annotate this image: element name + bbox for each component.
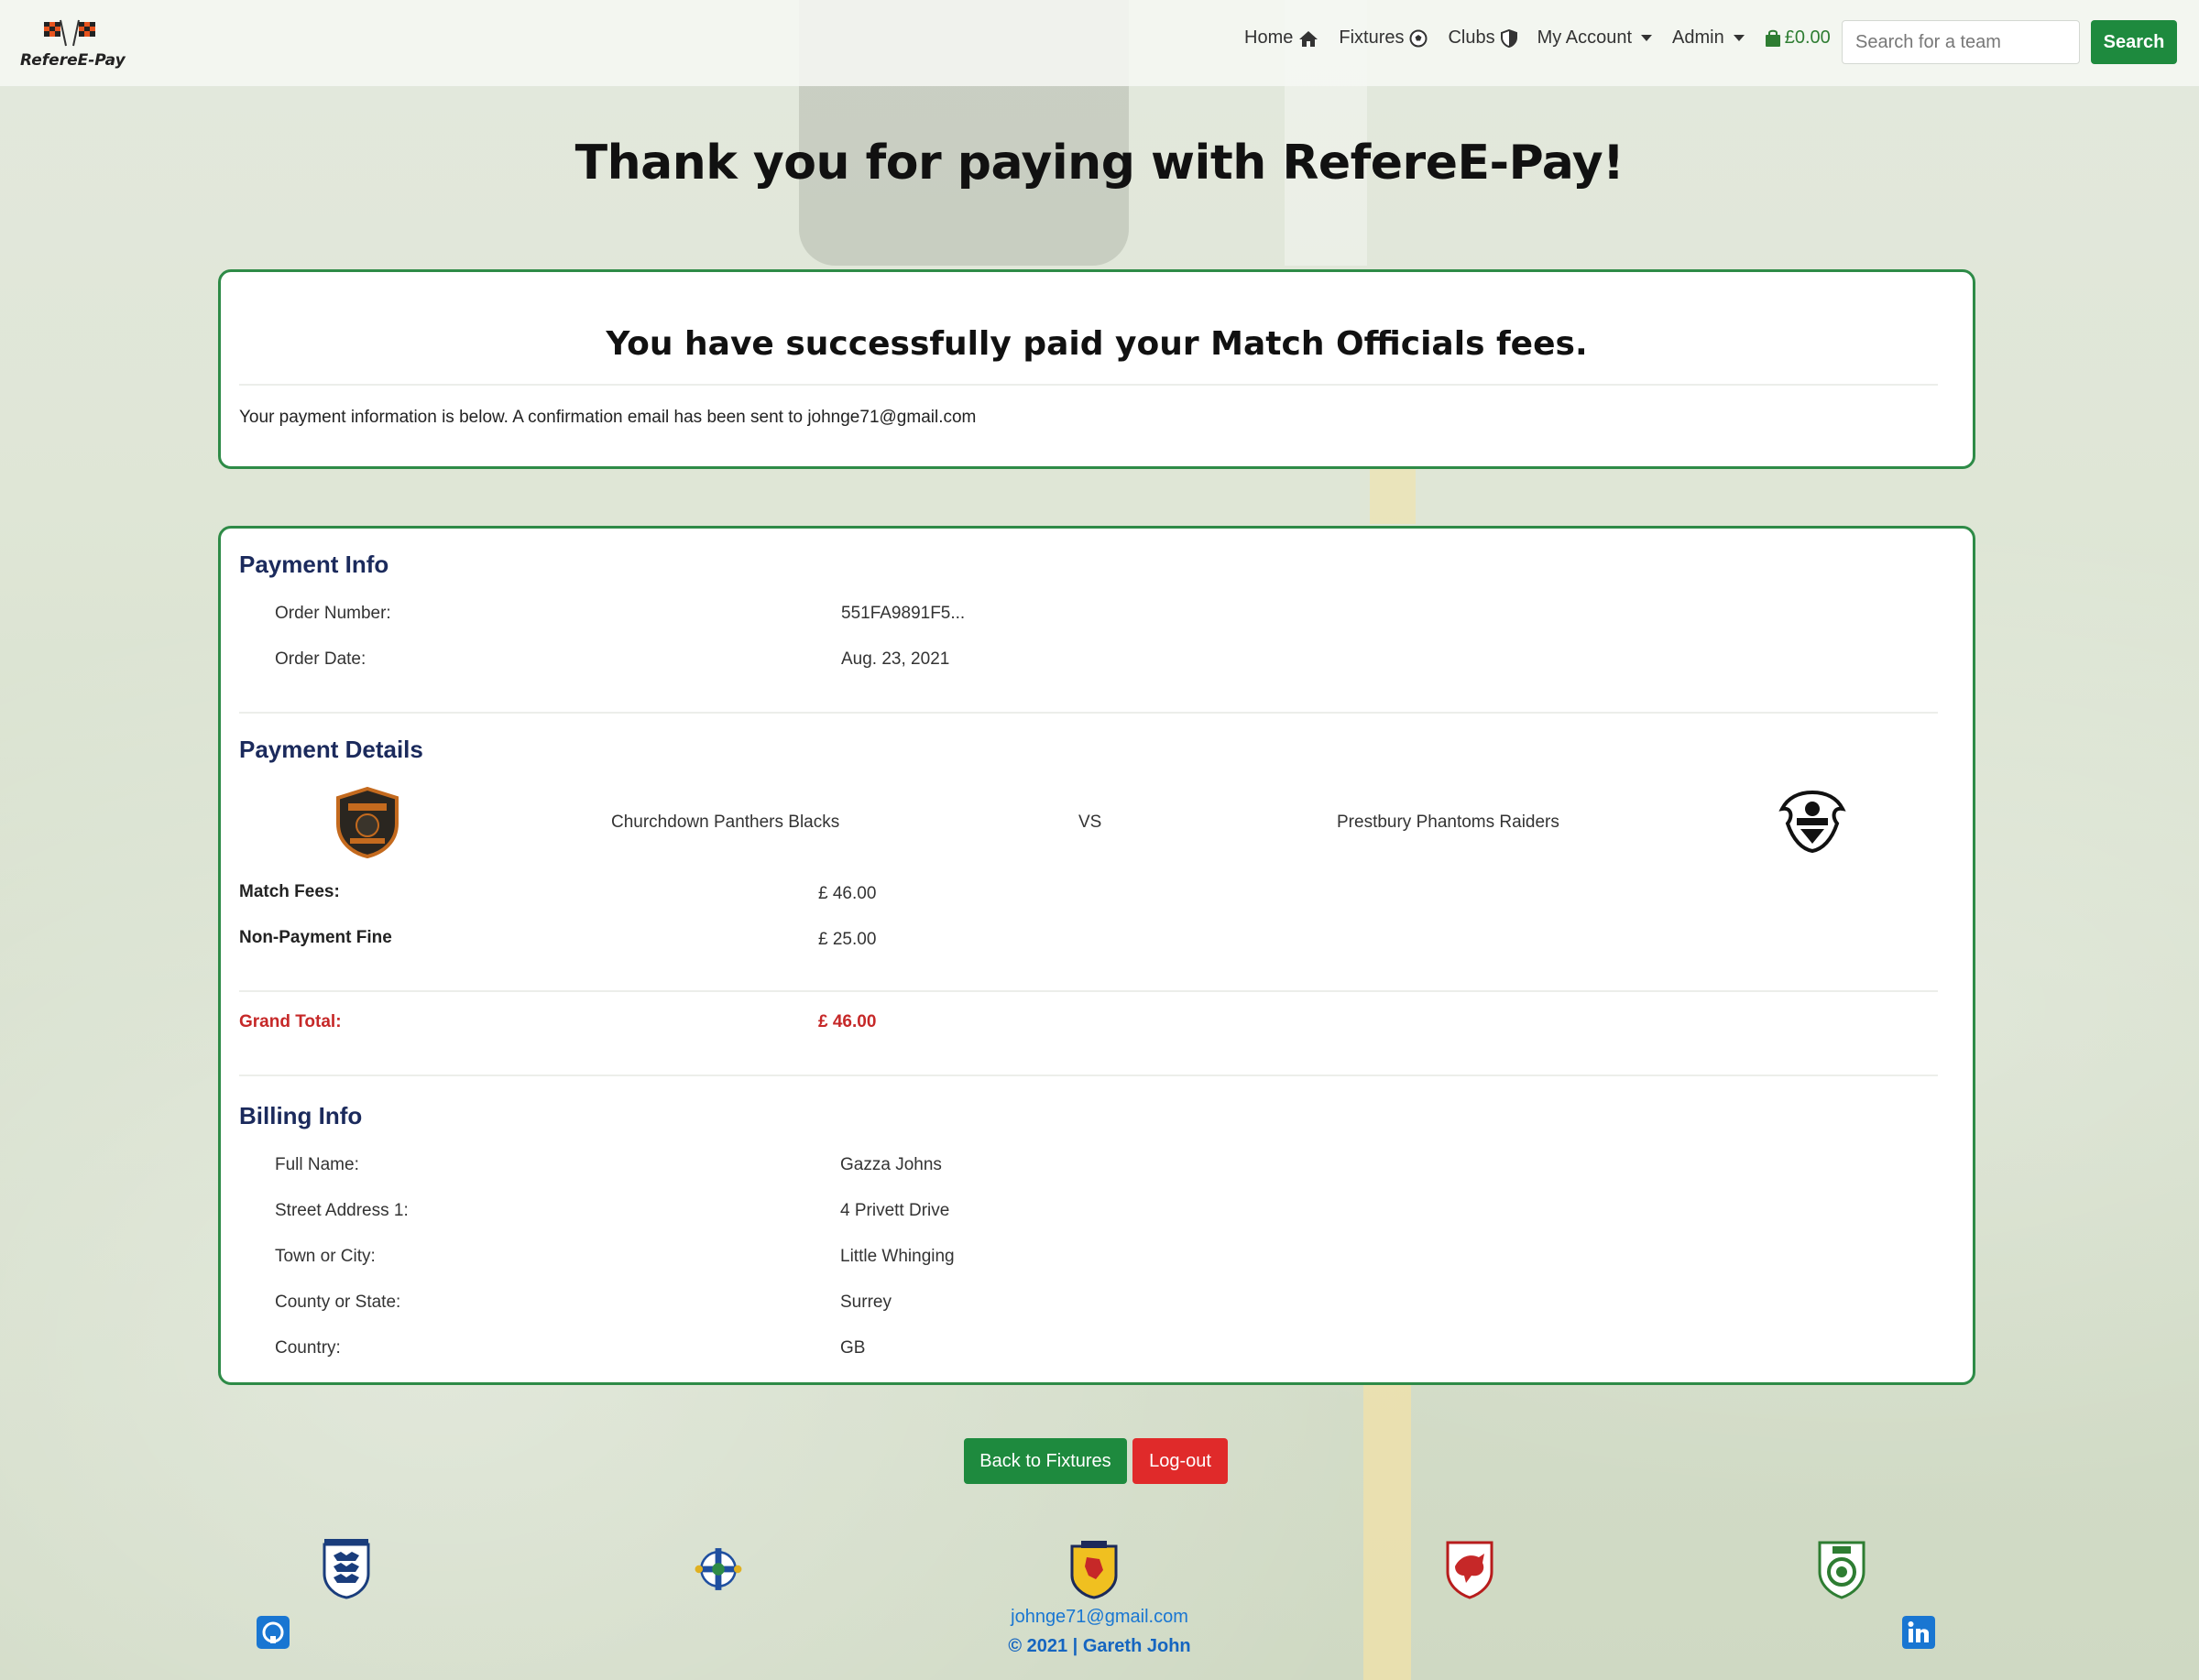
shield-icon — [1500, 28, 1517, 48]
country-label: Country: — [275, 1338, 341, 1358]
order-date-label: Order Date: — [275, 649, 366, 669]
non-payment-fine-label: Non-Payment Fine — [239, 928, 392, 947]
wales-fa-badge-icon — [1446, 1541, 1493, 1599]
search-button[interactable]: Search — [2091, 20, 2177, 64]
brand-logo[interactable]: RefereE-Pay — [18, 16, 126, 71]
away-team-crest-icon — [1778, 790, 1846, 853]
nav-admin-dropdown[interactable]: Admin — [1672, 27, 1745, 49]
success-card: You have successfully paid your Match Of… — [218, 269, 1975, 469]
match-fees-value: £ 46.00 — [818, 884, 877, 903]
shopping-bag-icon — [1765, 29, 1780, 47]
navbar: RefereE-Pay Home Fixtures Clubs My Accou… — [0, 0, 2199, 86]
footer-email-link[interactable]: johnge71@gmail.com — [0, 1607, 2199, 1628]
back-to-fixtures-button[interactable]: Back to Fixtures — [964, 1438, 1127, 1484]
street-address-label: Street Address 1: — [275, 1201, 409, 1220]
order-number-value: 551FA9891F5... — [841, 604, 966, 623]
england-fa-badge-icon — [323, 1539, 370, 1599]
success-heading: You have successfully paid your Match Of… — [606, 325, 1588, 363]
order-number-label: Order Number: — [275, 604, 391, 623]
country-value: GB — [840, 1338, 866, 1358]
town-value: Little Whinging — [840, 1247, 955, 1266]
footer-copyright: © 2021 | Gareth John — [1008, 1636, 1191, 1656]
cart-total: £0.00 — [1784, 27, 1831, 48]
versus-label: VS — [1078, 813, 1102, 832]
home-icon — [1299, 30, 1318, 47]
cart-link[interactable]: £0.00 — [1765, 27, 1831, 49]
order-details-card: Payment Info Order Number: 551FA9891F5..… — [218, 526, 1975, 1385]
town-label: Town or City: — [275, 1247, 376, 1266]
northern-ireland-badge-icon — [695, 1548, 742, 1590]
nav-clubs[interactable]: Clubs — [1448, 27, 1517, 49]
away-team-name: Prestbury Phantoms Raiders — [1337, 813, 1559, 832]
divider — [239, 990, 1938, 992]
nav-fixtures[interactable]: Fixtures — [1339, 27, 1428, 49]
street-address-value: 4 Privett Drive — [840, 1201, 950, 1220]
full-name-value: Gazza Johns — [840, 1155, 942, 1174]
order-date-value: Aug. 23, 2021 — [841, 649, 950, 669]
billing-info-title: Billing Info — [239, 1102, 363, 1129]
confirmation-text: Your payment information is below. A con… — [239, 408, 977, 427]
checkered-flags-icon — [44, 19, 95, 47]
soccer-ball-icon — [1409, 29, 1428, 47]
county-label: County or State: — [275, 1293, 401, 1312]
ireland-fai-badge-icon — [1818, 1541, 1865, 1599]
divider — [239, 384, 1938, 386]
background-corner-post — [1370, 469, 1416, 524]
brand-name: RefereE-Pay — [20, 51, 126, 70]
nav-my-account-dropdown[interactable]: My Account — [1537, 27, 1653, 49]
payment-details-title: Payment Details — [239, 736, 423, 763]
chevron-down-icon — [1641, 35, 1653, 41]
chevron-down-icon — [1733, 35, 1745, 41]
background-corner-post — [1363, 1374, 1411, 1680]
nav-home[interactable]: Home — [1244, 27, 1318, 49]
divider — [239, 712, 1938, 714]
payment-info-title: Payment Info — [239, 551, 389, 578]
home-team-crest-icon — [336, 787, 399, 858]
non-payment-fine-value: £ 25.00 — [818, 930, 877, 949]
home-team-name: Churchdown Panthers Blacks — [611, 813, 840, 832]
divider — [239, 1075, 1938, 1076]
logout-button[interactable]: Log-out — [1132, 1438, 1228, 1484]
grand-total-value: £ 46.00 — [818, 1012, 877, 1031]
grand-total-label: Grand Total: — [239, 1012, 342, 1031]
scotland-fa-badge-icon — [1070, 1541, 1118, 1599]
county-value: Surrey — [840, 1293, 892, 1312]
page-title: Thank you for paying with RefereE-Pay! — [574, 136, 1625, 191]
nav-links: Home Fixtures Clubs My Account Admin £0.… — [1244, 27, 1842, 49]
search-input[interactable] — [1842, 20, 2080, 64]
full-name-label: Full Name: — [275, 1155, 359, 1174]
match-fees-label: Match Fees: — [239, 882, 340, 901]
